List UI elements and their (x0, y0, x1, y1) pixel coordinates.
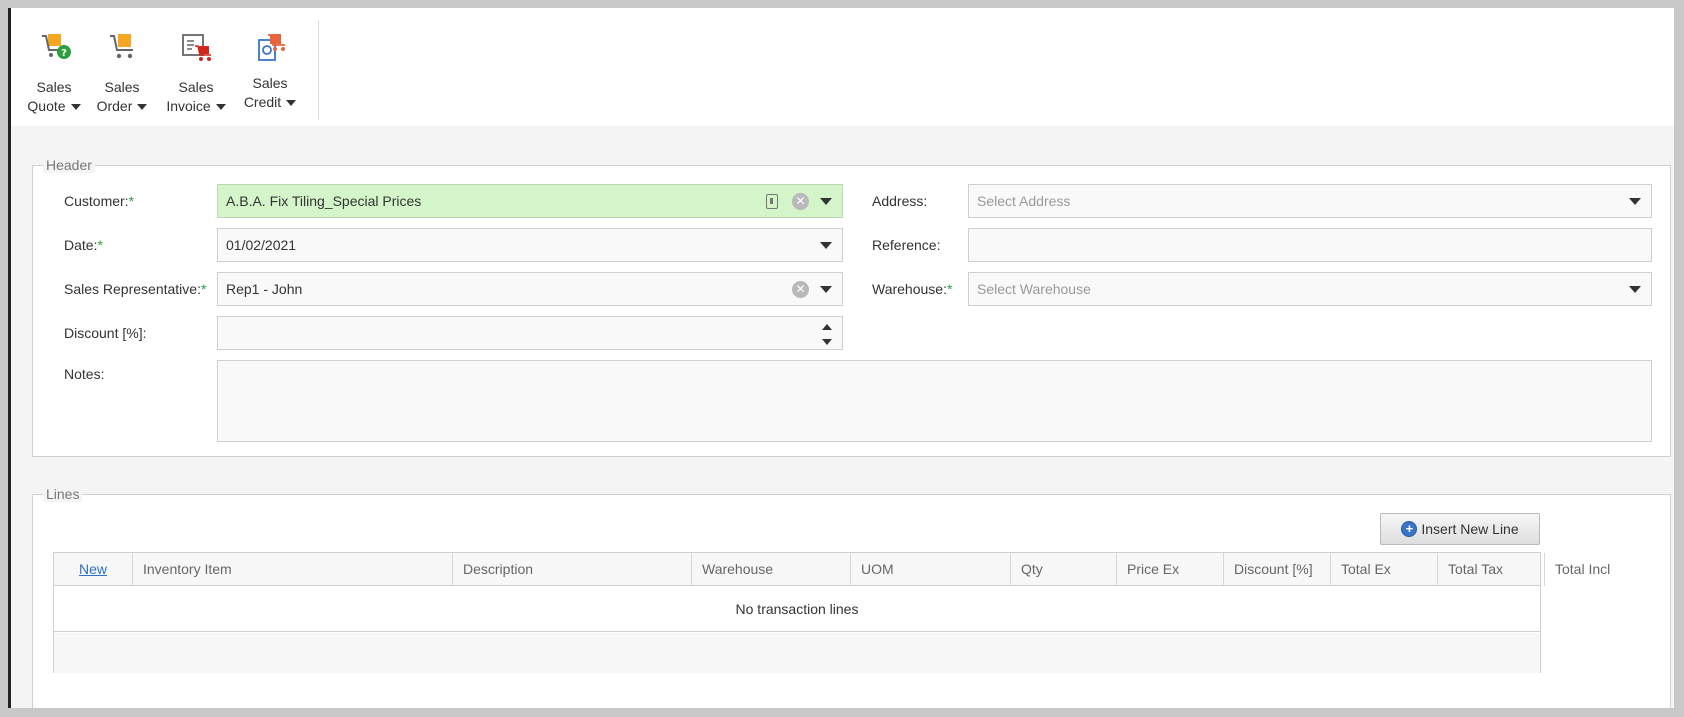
lines-legend: Lines (43, 486, 83, 502)
clear-icon[interactable]: ✕ (792, 281, 809, 298)
chevron-down-icon[interactable] (1629, 198, 1641, 205)
column-total-incl[interactable]: Total Incl (1545, 553, 1649, 586)
sales-credit-button[interactable]: Sales Credit (235, 20, 305, 120)
column-description[interactable]: Description (453, 553, 692, 586)
sales-invoice-icon (182, 34, 211, 61)
sales-quote-icon: ? (42, 34, 71, 59)
lines-grid: New Inventory Item Description Warehouse… (53, 552, 1610, 673)
address-placeholder: Select Address (977, 193, 1071, 209)
discount-stepper[interactable] (217, 316, 843, 350)
customer-value: A.B.A. Fix Tiling_Special Prices (226, 193, 422, 209)
sales-quote-label-line1: Sales (36, 79, 72, 95)
reference-label: Reference: (872, 237, 941, 253)
spin-up-icon[interactable] (822, 324, 832, 330)
address-label: Address: (872, 193, 928, 209)
grid-footer (54, 633, 1540, 673)
sales-quote-label-line2: Quote (27, 98, 66, 114)
date-label: Date: (64, 237, 98, 253)
contact-card-icon[interactable] (766, 194, 778, 209)
date-value: 01/02/2021 (226, 237, 297, 253)
notes-label: Notes: (64, 366, 105, 382)
chevron-down-icon[interactable] (137, 104, 148, 111)
ribbon-separator (318, 20, 319, 120)
chevron-down-icon[interactable] (286, 100, 297, 107)
sales-invoice-button[interactable]: Sales Invoice (161, 20, 231, 120)
column-warehouse[interactable]: Warehouse (692, 553, 851, 586)
sales-credit-icon (258, 34, 285, 61)
warehouse-select[interactable]: Select Warehouse (968, 272, 1652, 306)
column-price-ex[interactable]: Price Ex (1117, 553, 1224, 586)
required-mark: * (200, 281, 207, 297)
required-mark: * (946, 281, 953, 297)
lines-section: Lines + Insert New Line New Inventory Ite… (32, 486, 1671, 708)
insert-new-line-label: Insert New Line (1421, 521, 1519, 537)
address-select[interactable]: Select Address (968, 184, 1652, 218)
sales-rep-label: Sales Representative: (64, 281, 201, 297)
ribbon-toolbar: ? Sales Quote Sales Order Sales Invoice … (11, 8, 1674, 126)
plus-circle-icon: + (1401, 521, 1418, 538)
sales-rep-field[interactable]: Rep1 - John ✕ (217, 272, 843, 306)
sales-order-button[interactable]: Sales Order (87, 20, 157, 120)
required-mark: * (97, 237, 103, 253)
column-total-tax[interactable]: Total Tax (1438, 553, 1545, 586)
column-inventory-item[interactable]: Inventory Item (133, 553, 453, 586)
column-qty[interactable]: Qty (1011, 553, 1117, 586)
sales-order-icon (110, 34, 133, 59)
column-total-ex[interactable]: Total Ex (1331, 553, 1438, 586)
chevron-down-icon[interactable] (1629, 286, 1641, 293)
header-legend: Header (43, 157, 95, 173)
sales-quote-button[interactable]: ? Sales Quote (19, 20, 89, 120)
column-new-link[interactable]: New (54, 553, 133, 586)
sales-credit-label-line1: Sales (252, 75, 288, 91)
sales-order-label-line1: Sales (104, 79, 140, 95)
chevron-down-icon[interactable] (820, 286, 832, 293)
required-mark: * (128, 193, 135, 209)
grid-header: New Inventory Item Description Warehouse… (54, 553, 1610, 586)
chevron-down-icon[interactable] (70, 104, 81, 111)
customer-label: Customer: (64, 193, 129, 209)
sales-invoice-label-line2: Invoice (166, 98, 211, 114)
insert-new-line-button[interactable]: + Insert New Line (1380, 513, 1540, 545)
customer-field[interactable]: A.B.A. Fix Tiling_Special Prices ✕ (217, 184, 843, 218)
reference-input[interactable] (968, 228, 1652, 262)
warehouse-label: Warehouse: (872, 281, 947, 297)
sales-credit-label-line2: Credit (243, 94, 282, 110)
column-discount[interactable]: Discount [%] (1224, 553, 1331, 586)
discount-label: Discount [%]: (64, 325, 147, 341)
warehouse-placeholder: Select Warehouse (977, 281, 1091, 297)
date-field[interactable]: 01/02/2021 (217, 228, 843, 262)
svg-text:?: ? (61, 48, 67, 59)
sales-invoice-label-line1: Sales (178, 79, 214, 95)
sales-order-label-line2: Order (96, 98, 133, 114)
empty-grid-message: No transaction lines (54, 586, 1540, 632)
clear-icon[interactable]: ✕ (792, 193, 809, 210)
chevron-down-icon[interactable] (820, 242, 832, 249)
app-window: ? Sales Quote Sales Order Sales Invoice … (8, 8, 1674, 708)
column-uom[interactable]: UOM (851, 553, 1011, 586)
notes-textarea[interactable] (217, 360, 1652, 442)
chevron-down-icon[interactable] (215, 104, 226, 111)
header-section: Header Customer:* A.B.A. Fix Tiling_Spec… (32, 157, 1671, 457)
sales-rep-value: Rep1 - John (226, 281, 303, 297)
chevron-down-icon[interactable] (820, 198, 832, 205)
spin-down-icon[interactable] (822, 339, 832, 345)
